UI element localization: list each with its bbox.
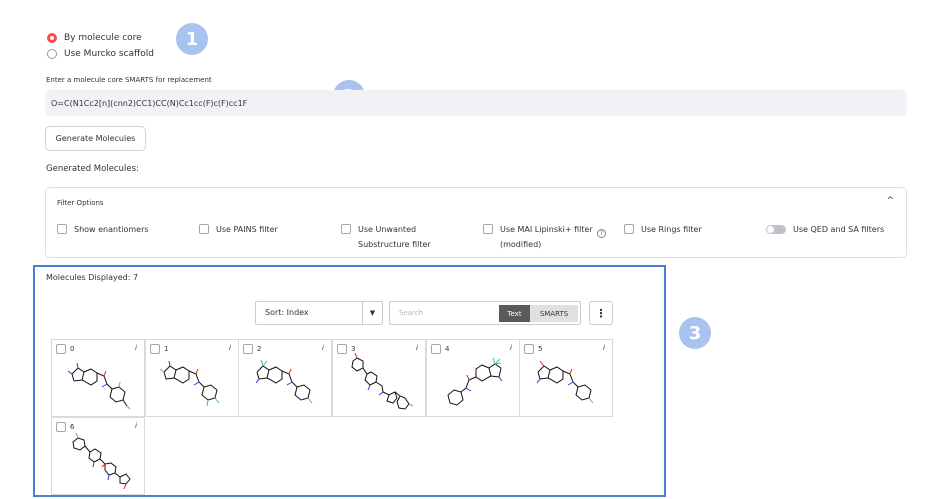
filter-rings[interactable]: Use Rings filter	[624, 222, 702, 237]
molecule-cell[interactable]: 5 i	[519, 339, 613, 417]
smarts-input-value: O=C(N1Cc2[n](cnn2)CC1)CC(N)Cc1cc(F)c(F)c…	[51, 98, 248, 108]
filter-mai-lipinski[interactable]: Use MAI Lipinski+ filter (modified)	[483, 222, 593, 252]
radio-button-selected[interactable]	[47, 33, 57, 43]
molecule-cell[interactable]: 0 i	[51, 339, 145, 417]
checkbox[interactable]	[199, 224, 209, 234]
filter-label: Use QED and SA filters	[793, 225, 885, 234]
radio-label: By molecule core	[64, 33, 142, 43]
grid-search-input[interactable]: Search Text SMARTS	[389, 301, 581, 325]
annotation-badge-1: 1	[176, 23, 208, 55]
molecule-structure-image	[536, 360, 594, 404]
info-icon[interactable]: i	[229, 344, 231, 352]
molecules-displayed-count: Molecules Displayed: 7	[46, 273, 139, 282]
info-icon[interactable]: i	[135, 422, 137, 430]
info-icon[interactable]: i	[603, 344, 605, 352]
filter-options-title[interactable]: Filter Options	[57, 199, 104, 207]
molecule-cell[interactable]: 2 i	[238, 339, 332, 417]
generated-molecules-heading: Generated Molecules:	[46, 164, 139, 174]
info-icon[interactable]: i	[135, 344, 137, 352]
filter-qed-sa[interactable]: Use QED and SA filters	[766, 222, 884, 237]
info-icon[interactable]: i	[510, 344, 512, 352]
checkbox[interactable]	[624, 224, 634, 234]
filter-label: Use Unwanted Substructure filter	[358, 225, 431, 249]
generate-molecules-button[interactable]: Generate Molecules	[45, 126, 146, 151]
info-icon[interactable]: i	[416, 344, 418, 352]
toggle-switch[interactable]	[766, 225, 786, 234]
filter-unwanted-substructure[interactable]: Use Unwanted Substructure filter	[341, 222, 459, 252]
grid-menu-icon[interactable]: ⋮	[589, 301, 613, 325]
checkbox[interactable]	[483, 224, 493, 234]
molecule-structure-image	[72, 432, 131, 490]
filter-label: Show enantiomers	[74, 225, 149, 234]
chevron-up-icon[interactable]: ^	[886, 196, 894, 206]
radio-by-molecule-core[interactable]: By molecule core	[47, 33, 142, 43]
sort-dropdown[interactable]: Sort: Index ▼	[255, 301, 383, 325]
info-icon[interactable]: i	[322, 344, 324, 352]
smarts-input-label: Enter a molecule core SMARTS for replace…	[46, 76, 212, 84]
help-icon[interactable]: ?	[597, 229, 606, 238]
molecule-cell[interactable]: 1 i	[145, 339, 239, 417]
filter-label: Use Rings filter	[641, 225, 702, 234]
checkbox[interactable]	[341, 224, 351, 234]
molecule-structure-image	[351, 352, 414, 410]
search-mode-smarts-button[interactable]: SMARTS	[530, 305, 578, 322]
molecule-cell[interactable]: 4 i	[426, 339, 520, 417]
filter-pains[interactable]: Use PAINS filter	[199, 222, 278, 237]
filter-options-expander: Filter Options ^ Show enantiomers Use PA…	[45, 187, 907, 258]
radio-label: Use Murcko scaffold	[64, 49, 154, 59]
checkbox[interactable]	[57, 224, 67, 234]
radio-button[interactable]	[47, 49, 57, 59]
molecule-structure-image	[447, 357, 503, 406]
search-mode-text-button[interactable]: Text	[499, 305, 530, 322]
smarts-input[interactable]: O=C(N1Cc2[n](cnn2)CC1)CC(N)Cc1cc(F)c(F)c…	[45, 90, 907, 116]
annotation-badge-3: 3	[679, 317, 711, 349]
radio-use-murcko-scaffold[interactable]: Use Murcko scaffold	[47, 49, 154, 59]
dropdown-arrow-icon[interactable]: ▼	[362, 302, 382, 324]
filter-show-enantiomers[interactable]: Show enantiomers	[57, 222, 149, 237]
filter-label: Use PAINS filter	[216, 225, 278, 234]
molecule-cell[interactable]: 3 i	[332, 339, 426, 417]
molecule-structure-image	[67, 362, 131, 410]
molecule-structure-image	[255, 359, 313, 404]
search-placeholder: Search	[399, 309, 424, 317]
filter-label: Use MAI Lipinski+ filter (modified)	[500, 225, 593, 249]
sort-dropdown-value: Sort: Index	[265, 308, 309, 317]
molecule-cell[interactable]: 6 i	[51, 417, 145, 495]
molecule-structure-image	[159, 360, 220, 407]
